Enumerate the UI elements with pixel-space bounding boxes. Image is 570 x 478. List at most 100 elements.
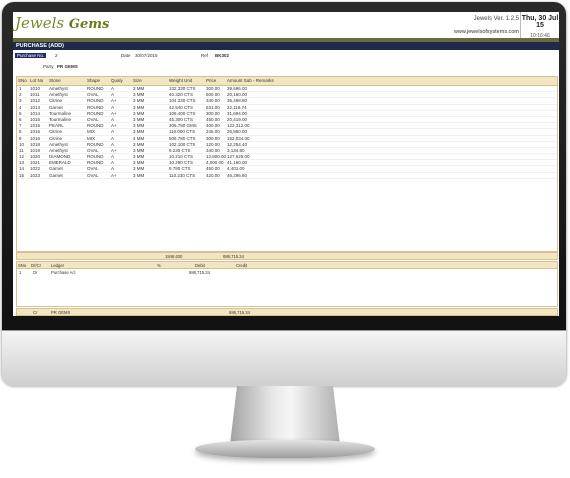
table-cell: 20,160.00: [227, 92, 248, 98]
table-cell: 106.400 CTS: [169, 110, 196, 116]
table-cell: 531.00: [206, 104, 220, 110]
date-field[interactable]: 30/07/2015: [135, 53, 158, 58]
app-titlebar: Jewels Gems Jewels Ver. 1.2.5 www.jewels…: [13, 12, 559, 39]
table-cell: ROUND: [87, 110, 104, 116]
items-grid-header: SNo Lot No Stone Shape Qualy Size Weight…: [17, 77, 557, 86]
table-cell: 10.290 CTS: [169, 160, 194, 166]
table-cell: Citrine: [49, 98, 63, 104]
table-cell: 1015: [30, 123, 41, 129]
ledger-grid: SNo Dr/Cr Ledger % Debit Credit 1 Dr Pur…: [16, 261, 558, 307]
table-cell: 1012: [30, 98, 41, 104]
table-cell: 1020: [30, 154, 41, 160]
col-stone: Stone: [49, 78, 61, 83]
table-cell: Amethyst: [49, 92, 68, 98]
current-date: Thu, 30 Jul 15: [521, 15, 559, 29]
table-cell: 9.230 CTS: [169, 147, 191, 153]
table-cell: Garnet: [49, 172, 63, 178]
monitor-stand-neck: [229, 386, 341, 446]
table-cell: MIX: [87, 135, 96, 141]
table-cell: 300.00: [206, 110, 220, 116]
table-cell: ROUND: [87, 86, 104, 91]
table-cell: 3 MM: [133, 166, 145, 172]
table-cell: 3: [19, 98, 22, 104]
ledger-footer: Cr PR GEMS 686,715.34: [16, 308, 558, 316]
table-cell: MIX: [87, 129, 96, 135]
table-cell: 13: [19, 160, 25, 166]
party-label: Party: [43, 64, 54, 69]
table-cell: 340.00: [206, 147, 220, 153]
table-cell: A: [111, 141, 115, 147]
table-cell: ROUND: [87, 123, 104, 129]
table-cell: 4: [19, 104, 22, 110]
table-cell: 3 MM: [133, 104, 145, 110]
ledger-col-ledger: Ledger: [51, 262, 65, 268]
table-cell: 46,296.60: [227, 172, 248, 178]
ledger-col-drcr: Dr/Cr: [31, 262, 42, 268]
table-cell: 1011: [30, 92, 40, 98]
table-cell: A+: [111, 172, 117, 178]
purchase-no-label: Purchase No.: [15, 53, 47, 58]
table-cell: 3 MM: [133, 129, 145, 135]
table-cell: 2: [19, 92, 22, 98]
purchase-no-field[interactable]: 2: [55, 53, 58, 58]
monitor-chin: [2, 330, 566, 387]
table-cell: ROUND: [87, 160, 104, 166]
col-lotno: Lot No: [30, 78, 44, 83]
party-field[interactable]: PR GEMS: [57, 64, 78, 69]
ledger-row[interactable]: 1 Dr Purchase A/c 686,715.34: [17, 269, 557, 275]
ledger-col-sno: SNo: [18, 262, 27, 268]
table-cell: 120.00: [206, 141, 220, 147]
table-cell: 1023: [30, 172, 41, 178]
table-cell: ROUND: [87, 98, 104, 104]
table-row[interactable]: 15 1023 Garnet OVAL A+ 3 MM 110.230 CTS 420.00 4…: [17, 173, 557, 179]
table-cell: 39,696.00: [227, 86, 248, 91]
table-cell: 15: [19, 172, 25, 178]
table-cell: 5: [19, 110, 22, 116]
table-cell: ROUND: [87, 154, 104, 160]
table-cell: 506.780 CTS: [169, 135, 196, 141]
ledger-cell-ledger: Purchase A/c: [51, 269, 76, 275]
table-cell: EMERALD: [49, 160, 71, 166]
table-cell: Citrine: [49, 129, 63, 135]
table-cell: OVAL: [87, 166, 99, 172]
table-cell: 127,625.00: [227, 154, 250, 160]
table-cell: 10: [19, 141, 25, 147]
table-cell: Amethyst: [49, 141, 68, 147]
table-cell: 500.00: [206, 92, 220, 98]
items-grid: SNo Lot No Stone Shape Qualy Size Weight…: [16, 76, 558, 252]
app-version: Jewels Ver. 1.2.5: [473, 16, 519, 22]
date-panel: Thu, 30 Jul 15 10:16:46: [520, 12, 559, 39]
table-cell: 3 MM: [133, 160, 145, 166]
table-cell: A+: [111, 147, 117, 153]
table-cell: 12: [19, 154, 25, 160]
table-cell: ROUND: [87, 104, 104, 110]
col-price: Price: [206, 78, 217, 83]
table-cell: 7: [19, 123, 22, 129]
date-label: Date: [121, 53, 131, 58]
app-website-link[interactable]: www.jewelsofsystems.com: [454, 29, 519, 35]
total-weight: 1848.630: [165, 253, 183, 259]
table-cell: 9: [19, 135, 22, 141]
ref-field[interactable]: BK302: [215, 53, 229, 58]
table-cell: Garnet: [49, 166, 63, 172]
table-cell: 3 MM: [133, 172, 145, 178]
ledger-grid-header: SNo Dr/Cr Ledger % Debit Credit: [17, 262, 557, 269]
table-cell: 6: [19, 116, 22, 122]
ledger-cell-drcr: Dr: [33, 269, 38, 275]
table-cell: 1019: [30, 147, 41, 153]
table-cell: A: [111, 135, 115, 141]
app-logo: Jewels Gems: [15, 14, 110, 32]
table-cell: 9.780 CTS: [169, 166, 191, 172]
table-cell: 3 MM: [133, 141, 145, 147]
col-weight-unit: Weight Unit: [169, 78, 193, 83]
table-cell: A: [111, 116, 115, 122]
table-cell: 245.00: [206, 129, 220, 135]
table-cell: A+: [111, 98, 117, 104]
table-cell: 104.330 CTS: [169, 98, 196, 104]
table-cell: 1021: [30, 160, 41, 166]
col-sno: SNo: [18, 78, 27, 83]
table-cell: 4,000.00: [206, 160, 224, 166]
table-cell: 1018: [30, 141, 41, 147]
ref-label: Ref: [201, 53, 209, 58]
table-cell: 41,160.00: [227, 160, 248, 166]
